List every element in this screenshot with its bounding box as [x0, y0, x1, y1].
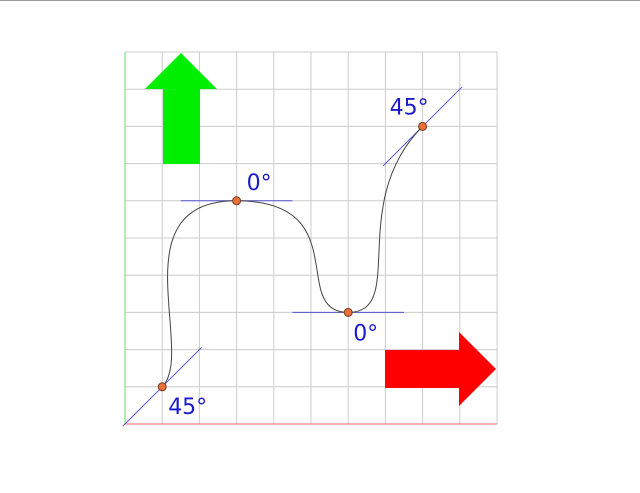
arrow-up-icon — [145, 53, 217, 164]
arrow-right-icon — [385, 332, 496, 406]
spline-diagram: 45° 0° 0° 45° — [122, 51, 498, 427]
control-point[interactable] — [418, 121, 428, 131]
angle-label: 45° — [168, 395, 207, 420]
angle-label: 0° — [247, 171, 272, 196]
angle-label: 0° — [353, 321, 378, 346]
control-point[interactable] — [343, 307, 353, 317]
angle-label: 45° — [390, 95, 429, 120]
control-point[interactable] — [157, 382, 167, 392]
control-point[interactable] — [232, 196, 242, 206]
